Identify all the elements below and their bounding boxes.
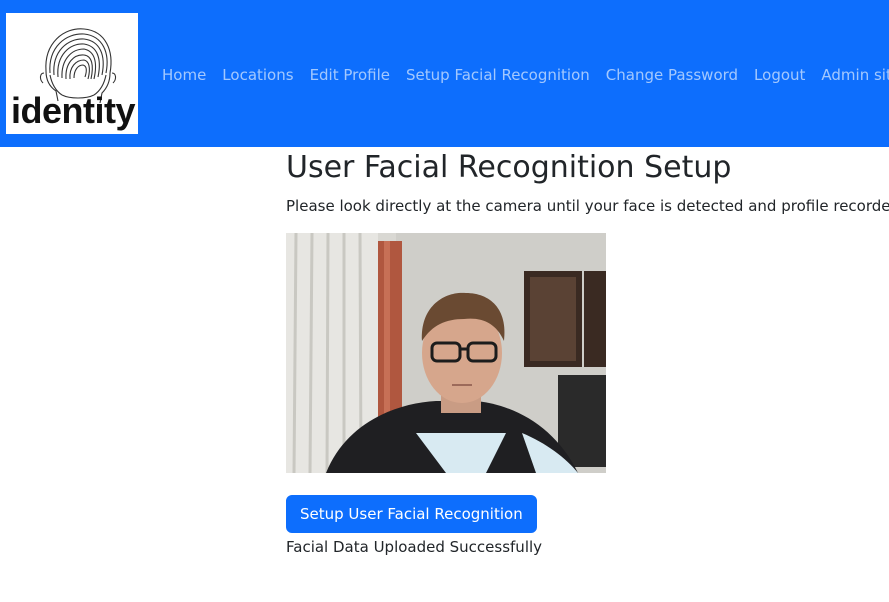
nav-item-logout[interactable]: Logout (746, 64, 813, 86)
camera-feed (286, 233, 606, 473)
nav-item-admin-site[interactable]: Admin site (813, 64, 889, 86)
instructions-text: Please look directly at the camera until… (286, 197, 889, 215)
nav-item-setup-facial-recognition[interactable]: Setup Facial Recognition (398, 64, 598, 86)
page-title: User Facial Recognition Setup (286, 150, 732, 185)
nav-links: Home Locations Edit Profile Setup Facial… (154, 64, 889, 86)
nav-item-change-password[interactable]: Change Password (598, 64, 746, 86)
navbar: identity Home Locations Edit Profile Set… (0, 0, 889, 147)
main-content: User Facial Recognition Setup Please loo… (286, 150, 889, 556)
camera-frame-image (286, 233, 606, 473)
setup-facial-recognition-button[interactable]: Setup User Facial Recognition (286, 495, 537, 533)
nav-item-edit-profile[interactable]: Edit Profile (302, 64, 398, 86)
nav-item-locations[interactable]: Locations (214, 64, 301, 86)
status-message: Facial Data Uploaded Successfully (286, 538, 543, 556)
brand-logo[interactable]: identity (6, 13, 138, 134)
brand-logo-text: identity (11, 90, 136, 131)
nav-item-home[interactable]: Home (154, 64, 214, 86)
